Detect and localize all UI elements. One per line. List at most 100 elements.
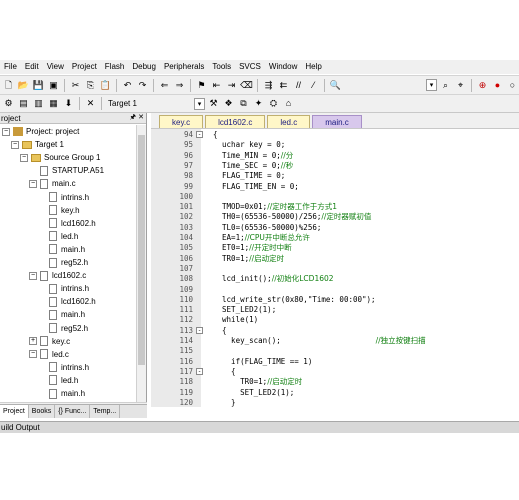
batch-build-icon[interactable]: ▦ (47, 97, 60, 110)
find-dropdown-icon[interactable]: ▾ (426, 79, 437, 91)
breakpoint-disable-icon[interactable]: ○ (506, 79, 519, 92)
target-options-icon[interactable]: ⚒ (207, 97, 220, 110)
rebuild-icon[interactable]: ▥ (32, 97, 45, 110)
tree-item[interactable]: − Source Group 1 (20, 151, 100, 164)
menu-tools[interactable]: Tools (208, 60, 235, 74)
tree-item[interactable]: lcd1602.h (38, 295, 96, 308)
manage-components-icon[interactable]: ❖ (222, 97, 235, 110)
breakpoint-icon[interactable]: ● (491, 79, 504, 92)
menu-project[interactable]: Project (68, 60, 101, 74)
build-icon[interactable]: ▤ (17, 97, 30, 110)
nav-forward-icon[interactable]: ⇒ (173, 79, 186, 92)
tree-item[interactable]: − main.c (29, 177, 76, 190)
tree-item[interactable]: reg52.h (38, 256, 88, 269)
tree-item[interactable]: − Project: project (2, 125, 79, 138)
copy-icon[interactable]: ⎘ (84, 79, 97, 92)
toolbar-separator (79, 97, 80, 110)
editor-tab[interactable]: main.c (312, 115, 362, 128)
expand-icon[interactable]: + (29, 337, 37, 346)
close-icon[interactable]: ✕ (138, 113, 144, 124)
save-icon[interactable]: 💾 (32, 79, 45, 92)
cut-icon[interactable]: ✂ (69, 79, 82, 92)
tree-item[interactable]: intrins.h (38, 282, 89, 295)
tab-books[interactable]: Books (29, 405, 56, 418)
code-line: 110 lcd_write_str(0x80,"Time: 00:00"); (151, 295, 519, 305)
collapse-icon[interactable]: − (29, 179, 37, 188)
menu-file[interactable]: File (0, 60, 21, 74)
compile-icon[interactable]: ⚙ (2, 97, 15, 110)
scroll-thumb[interactable] (138, 135, 145, 365)
target-select[interactable]: Target 1 (106, 97, 192, 110)
code-statement: Time_SEC = 0; (213, 160, 281, 170)
redo-icon[interactable]: ↷ (136, 79, 149, 92)
collapse-icon[interactable]: − (29, 350, 37, 359)
tree-item[interactable]: − Target 1 (11, 138, 64, 151)
tree-item[interactable]: main.h (38, 387, 85, 400)
pack-installer-icon[interactable]: ⌂ (282, 97, 295, 110)
open-folder-icon[interactable]: 📂 (17, 79, 30, 92)
bookmark-prev-icon[interactable]: ⇤ (210, 79, 223, 92)
editor-tab[interactable]: lcd1602.c (205, 115, 266, 128)
file-icon (40, 349, 48, 360)
menu-flash[interactable]: Flash (101, 60, 129, 74)
tab-project[interactable]: Project (0, 405, 29, 418)
incremental-find-icon[interactable]: ⌖ (454, 79, 467, 92)
menu-edit[interactable]: Edit (21, 60, 43, 74)
editor-tab[interactable]: led.c (267, 115, 311, 128)
file-icon (49, 388, 57, 399)
menu-svcs[interactable]: SVCS (235, 60, 265, 74)
bookmark-next-icon[interactable]: ⇥ (225, 79, 238, 92)
tree-item[interactable]: lcd1602.h (38, 217, 96, 230)
find-icon[interactable]: ⌕ (439, 79, 452, 92)
tree-item[interactable]: main.h (38, 243, 85, 256)
tree-item[interactable]: − lcd1602.c (29, 269, 86, 282)
tree-item[interactable]: main.h (38, 308, 85, 321)
tree-item[interactable]: STARTUP.A51 (29, 164, 104, 177)
debug-icon[interactable]: ⊕ (476, 79, 489, 92)
comment-icon[interactable]: // (292, 79, 305, 92)
tree-item[interactable]: key.h (38, 204, 80, 217)
indent-icon[interactable]: ⇶ (262, 79, 275, 92)
paste-icon[interactable]: 📋 (99, 79, 112, 92)
tree-item[interactable]: reg52.h (38, 322, 88, 335)
tree-item[interactable]: − led.c (29, 348, 69, 361)
menu-peripherals[interactable]: Peripherals (160, 60, 208, 74)
tree-item[interactable]: led.h (38, 230, 78, 243)
tab-functions[interactable]: {} Func... (55, 405, 91, 418)
undo-icon[interactable]: ↶ (121, 79, 134, 92)
target-dropdown-icon[interactable]: ▾ (194, 97, 205, 110)
rte-icon[interactable]: ✦ (252, 97, 265, 110)
collapse-icon[interactable]: − (11, 140, 19, 149)
tree-vertical-scrollbar[interactable] (136, 125, 146, 402)
stop-build-icon[interactable]: ✕ (84, 97, 97, 110)
tree-item[interactable]: intrins.h (38, 361, 89, 374)
menu-help[interactable]: Help (301, 60, 325, 74)
bookmark-icon[interactable]: ⚑ (195, 79, 208, 92)
fold-icon[interactable]: - (196, 326, 203, 334)
fold-icon[interactable]: - (196, 367, 203, 375)
tab-templates[interactable]: Temp... (90, 405, 121, 418)
nav-back-icon[interactable]: ⇐ (158, 79, 171, 92)
menu-window[interactable]: Window (265, 60, 301, 74)
collapse-icon[interactable]: − (29, 271, 37, 280)
collapse-icon[interactable]: − (2, 127, 10, 136)
menu-view[interactable]: View (43, 60, 68, 74)
books-icon[interactable]: ⛭ (267, 97, 280, 110)
collapse-icon[interactable]: − (20, 153, 28, 162)
tree-item[interactable]: intrins.h (38, 191, 89, 204)
save-all-icon[interactable]: ▣ (47, 79, 60, 92)
tree-item[interactable]: led.h (38, 374, 78, 387)
tree-item[interactable]: + key.c (29, 335, 70, 348)
outdent-icon[interactable]: ⇇ (277, 79, 290, 92)
bookmark-clear-icon[interactable]: ⌫ (240, 79, 253, 92)
new-file-icon[interactable]: 🗋 (2, 79, 15, 92)
menu-debug[interactable]: Debug (128, 60, 160, 74)
uncomment-icon[interactable]: ⁄ (307, 79, 320, 92)
pin-icon[interactable]: 🖈 (130, 113, 136, 124)
find-in-files-icon[interactable]: 🔍 (329, 79, 342, 92)
select-packs-icon[interactable]: ⧉ (237, 97, 250, 110)
fold-icon[interactable]: - (196, 131, 203, 138)
download-icon[interactable]: ⬇ (62, 97, 75, 110)
editor-tab[interactable]: key.c (159, 115, 204, 128)
code-editor[interactable]: 94-{95 uchar key = 0; 96 Time_MIN = 0;//分… (151, 128, 519, 407)
